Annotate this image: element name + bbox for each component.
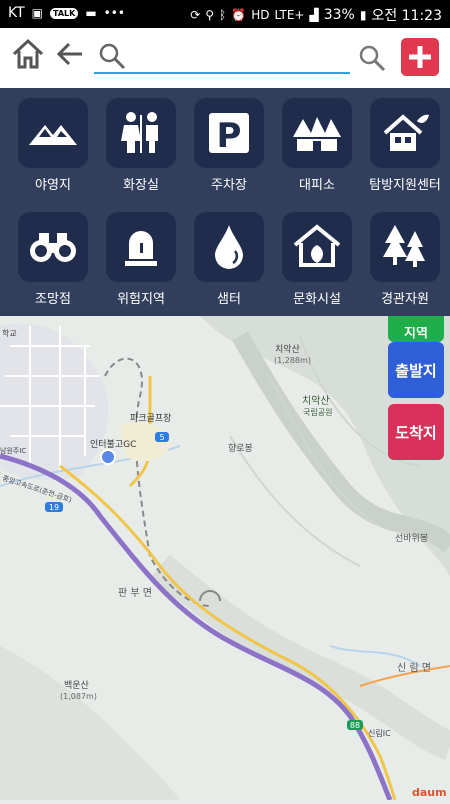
category-label: 화장실 [123,178,159,193]
battery-level: 33% [323,7,355,23]
chat-notification-icon: ▬ [85,6,97,20]
search-input[interactable] [94,40,350,72]
back-button[interactable] [52,36,88,72]
region-button[interactable]: 지역 [388,316,444,342]
end-point-button[interactable]: 도착지 [388,404,444,460]
search-button[interactable] [356,42,388,74]
water-drop-icon [194,212,264,282]
mountain-icon [18,98,88,168]
category-label: 문화시설 [293,292,341,307]
status-bar: KT ▣ TALK ▬ ••• ⟳ ⚲ ᛒ ⏰ HD LTE+ ▟ 33% ▮ … [0,0,450,28]
alarm-icon: ⏰ [231,8,247,22]
culture-icon [282,212,352,282]
map-label-myeon: 판 부 면 [118,587,152,599]
clock: 오전 11:23 [371,8,442,24]
battery-icon: ▮ [359,8,367,22]
current-location-marker [100,449,116,465]
map-label-namwonju-ic: 남원주IC [0,446,26,455]
sync-icon: ⟳ [190,8,201,22]
map-label-park: 치악산 [302,395,330,407]
hd-icon: HD [251,8,270,22]
bluetooth-icon: ᛒ [219,8,227,22]
binoculars-icon [18,212,88,282]
category-label: 위험지역 [117,292,165,307]
map-canvas[interactable]: 5 19 88 학교 남원주IC 중앙고속도로(춘천-금호) 치악산 (1,28… [0,316,450,801]
map-label-sillim: 신 림 면 [397,662,431,674]
more-notifications-icon: ••• [103,6,125,20]
map-label-hyangro: 향로봉 [228,442,253,454]
signal-icon: ▟ [309,8,319,22]
danger-light-icon [106,212,176,282]
map-label-golf-course: 인터불고GC [90,439,136,450]
top-bar [0,28,450,88]
category-label: 샘터 [217,292,241,307]
category-label: 탐방지원센터 [369,178,441,193]
end-point-label: 도착지 [395,423,437,442]
map-label-seonbawi: 선바위봉 [395,533,428,544]
route-19-shield: 19 [49,503,59,512]
network-type: LTE+ [274,8,305,22]
svg-text:P: P [217,116,242,156]
region-button-label: 지역 [404,327,428,340]
map-view[interactable]: 5 19 88 학교 남원주IC 중앙고속도로(춘천-금호) 치악산 (1,28… [0,316,450,801]
route-5-shield: 5 [159,433,164,442]
daum-logo: daum [412,786,447,799]
map-label-sillim-ic: 신림IC [368,728,391,738]
start-point-label: 출발지 [395,361,437,380]
add-button[interactable] [401,38,439,76]
map-label-baegun-height: (1,087m) [60,692,97,701]
map-label-park-sub: 국립공원 [303,408,332,417]
magnifier-icon [359,45,386,72]
talk-notification-icon: TALK [50,7,79,19]
carrier-label: KT [8,5,25,21]
home-button[interactable] [10,36,46,72]
map-label-golf-park: 파크골프장 [130,413,171,424]
plus-icon [409,46,431,68]
location-icon: ⚲ [205,8,215,22]
category-label: 야영지 [35,178,71,193]
shelter-icon [282,98,352,168]
start-point-button[interactable]: 출발지 [388,342,444,398]
map-label-baegun: 백운산 [64,680,89,691]
category-label: 조망점 [35,292,71,307]
category-panel: 야영지 화장실 P 주차장 대피소 탐방지원센터 조망점 위험지역 샘터 문화시… [0,88,450,316]
map-label-school: 학교 [2,328,17,338]
map-label-peak-height: (1,288m) [274,356,311,365]
landscape-icon [370,212,440,282]
search-box [94,40,350,74]
category-label: 주차장 [211,178,247,193]
image-notification-icon: ▣ [31,6,43,20]
home-icon [12,38,44,69]
category-label: 경관자원 [381,292,429,307]
route-88-shield: 88 [350,721,360,730]
visitor-center-icon [370,98,440,168]
restroom-icon [106,98,176,168]
back-arrow-icon [56,42,82,66]
parking-icon: P [194,98,264,168]
map-label-peak: 치악산 [275,343,300,355]
category-label: 대피소 [299,178,335,193]
